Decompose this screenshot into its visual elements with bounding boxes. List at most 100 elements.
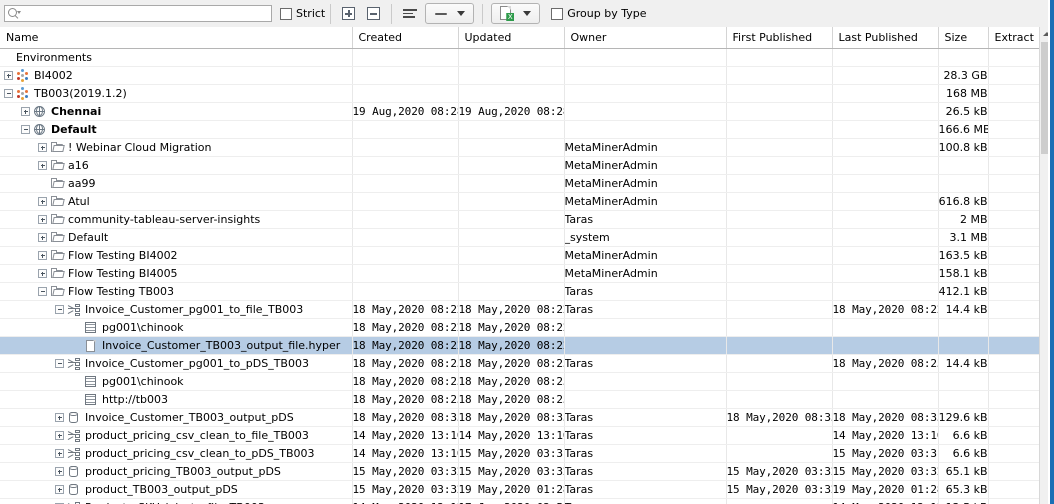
cell-name[interactable]: Flow Testing BI4005 [0, 264, 353, 283]
column-header-name[interactable]: Name [0, 27, 353, 49]
strict-checkbox-group[interactable]: Strict [280, 7, 325, 20]
column-header-size[interactable]: Size [938, 27, 989, 49]
cell-name[interactable]: Atul [0, 192, 353, 211]
cell-name[interactable]: Flow Testing TB003 [0, 282, 353, 301]
collapse-icon[interactable] [55, 305, 64, 314]
column-header-updated[interactable]: Updated [458, 27, 565, 49]
expand-icon[interactable] [38, 251, 47, 260]
table-row[interactable]: community-tableau-server-insights Taras 2 … [0, 210, 1041, 229]
column-header-extract[interactable]: Extract [988, 27, 1041, 49]
cell-name[interactable]: ! Webinar Cloud Migration [0, 138, 353, 157]
cell-name[interactable]: http://tb003 [0, 390, 353, 409]
expand-icon[interactable] [55, 485, 64, 494]
table-row[interactable]: a16 MetaMinerAdmin [0, 156, 1041, 175]
strict-checkbox[interactable] [280, 7, 292, 20]
search-input[interactable] [21, 6, 269, 21]
cell-name[interactable]: Chennai [0, 102, 353, 121]
search-icon[interactable] [7, 7, 21, 21]
table-row[interactable]: Atul MetaMinerAdmin 616.8 kB [0, 192, 1041, 211]
cell-created: 19 Aug,2020 08:28 [352, 102, 459, 121]
cell-name[interactable]: BI4002 [0, 66, 353, 85]
expand-icon[interactable] [21, 107, 30, 116]
table-row[interactable]: Products_SKU_join_to_file_TB003 14 May,20… [0, 498, 1041, 504]
cell-name[interactable]: product_pricing_csv_clean_to_pDS_TB003 [0, 444, 353, 463]
group-by-type-checkbox[interactable] [551, 7, 564, 20]
expand-icon[interactable] [38, 269, 47, 278]
table-row[interactable]: Flow Testing TB003 Taras 412.1 kB [0, 282, 1041, 301]
expand-all-button[interactable] [338, 3, 359, 24]
table-row[interactable]: aa99 MetaMinerAdmin [0, 174, 1041, 193]
export-dropdown[interactable]: X [491, 3, 541, 24]
cell-name[interactable]: Invoice_Customer_TB003_output_pDS [0, 408, 353, 427]
table-row[interactable]: product_TB003_output_pDS 15 May,2020 03:3… [0, 480, 1041, 499]
table-row[interactable]: Environments [0, 48, 1041, 67]
table-row[interactable]: Default 166.6 MB [0, 120, 1041, 139]
column-header-first-published[interactable]: First Published [726, 27, 833, 49]
expand-icon[interactable] [55, 413, 64, 422]
chevron-down-icon[interactable] [457, 11, 465, 16]
table-row[interactable]: Chennai 19 Aug,2020 08:28 19 Aug,2020 08:2… [0, 102, 1041, 121]
cell-name[interactable]: Environments [0, 48, 353, 67]
cell-name[interactable]: product_pricing_TB003_output_pDS [0, 462, 353, 481]
cell-extract [988, 282, 1041, 301]
expand-icon[interactable] [55, 467, 64, 476]
table-row[interactable]: Invoice_Customer_TB003_output_file.hyper… [0, 336, 1041, 355]
table-row[interactable]: http://tb003 18 May,2020 08:25 18 May,2020… [0, 390, 1041, 409]
table-row[interactable]: Default _system 3.1 MB [0, 228, 1041, 247]
collapse-icon[interactable] [55, 359, 64, 368]
cell-name[interactable]: TB003(2019.1.2) [0, 84, 353, 103]
table-row[interactable]: product_pricing_csv_clean_to_pDS_TB003 14… [0, 444, 1041, 463]
cell-name[interactable]: Invoice_Customer_pg001_to_file_TB003 [0, 300, 353, 319]
expand-icon[interactable] [38, 161, 47, 170]
cell-name[interactable]: Default [0, 120, 353, 139]
table-row[interactable]: ! Webinar Cloud Migration MetaMinerAdmin 1… [0, 138, 1041, 157]
expand-icon[interactable] [55, 431, 64, 440]
column-header-owner[interactable]: Owner [564, 27, 727, 49]
cell-extract [988, 138, 1041, 157]
table-row[interactable]: pg001\chinook 18 May,2020 08:22 18 May,202… [0, 318, 1041, 337]
search-box[interactable] [4, 5, 272, 22]
table-row[interactable]: product_pricing_TB003_output_pDS 15 May,2… [0, 462, 1041, 481]
expand-icon[interactable] [38, 215, 47, 224]
group-by-type-checkbox-group[interactable]: Group by Type [551, 7, 647, 20]
column-header-created[interactable]: Created [352, 27, 459, 49]
columns-button[interactable] [399, 3, 420, 24]
table-row[interactable]: BI4002 28.3 GB [0, 66, 1041, 85]
table-row[interactable]: TB003(2019.1.2) 168 MB [0, 84, 1041, 103]
cell-size: 65.3 kB [938, 480, 989, 499]
collapse-icon[interactable] [38, 287, 47, 296]
cell-last-published [832, 372, 939, 391]
level-dropdown[interactable] [425, 3, 475, 24]
environments-tree-table[interactable]: Name Created Updated Owner First Published La… [0, 27, 1054, 504]
collapse-icon[interactable] [21, 125, 30, 134]
table-row[interactable]: Flow Testing BI4002 MetaMinerAdmin 163.5 k… [0, 246, 1041, 265]
cell-name[interactable]: Invoice_Customer_TB003_output_file.hyper [0, 336, 353, 355]
cell-name[interactable]: aa99 [0, 174, 353, 193]
cell-name[interactable]: Products_SKU_join_to_file_TB003 [0, 498, 353, 504]
table-row[interactable]: product_pricing_csv_clean_to_file_TB003 1… [0, 426, 1041, 445]
expand-icon[interactable] [38, 233, 47, 242]
cell-name[interactable]: product_pricing_csv_clean_to_file_TB003 [0, 426, 353, 445]
table-row[interactable]: Invoice_Customer_pg001_to_pDS_TB003 18 Ma… [0, 354, 1041, 373]
table-row[interactable]: Invoice_Customer_pg001_to_file_TB003 18 M… [0, 300, 1041, 319]
column-header-last-published[interactable]: Last Published [832, 27, 939, 49]
expand-icon[interactable] [55, 449, 64, 458]
export-chevron-down-icon[interactable] [523, 11, 532, 16]
cell-name[interactable]: a16 [0, 156, 353, 175]
collapse-all-button[interactable] [363, 3, 384, 24]
cell-name[interactable]: pg001\chinook [0, 372, 353, 391]
cell-name[interactable]: community-tableau-server-insights [0, 210, 353, 229]
expand-icon[interactable] [38, 197, 47, 206]
table-row[interactable]: Flow Testing BI4005 MetaMinerAdmin 158.1 k… [0, 264, 1041, 283]
cell-name[interactable]: product_TB003_output_pDS [0, 480, 353, 499]
cell-name[interactable]: Default [0, 228, 353, 247]
cell-name[interactable]: pg001\chinook [0, 318, 353, 337]
expand-icon[interactable] [38, 143, 47, 152]
expand-icon[interactable] [4, 71, 13, 80]
cell-created [352, 174, 459, 193]
cell-name[interactable]: Flow Testing BI4002 [0, 246, 353, 265]
table-row[interactable]: pg001\chinook 18 May,2020 08:25 18 May,202… [0, 372, 1041, 391]
collapse-icon[interactable] [4, 89, 13, 98]
table-row[interactable]: Invoice_Customer_TB003_output_pDS 18 May,… [0, 408, 1041, 427]
cell-name[interactable]: Invoice_Customer_pg001_to_pDS_TB003 [0, 354, 353, 373]
